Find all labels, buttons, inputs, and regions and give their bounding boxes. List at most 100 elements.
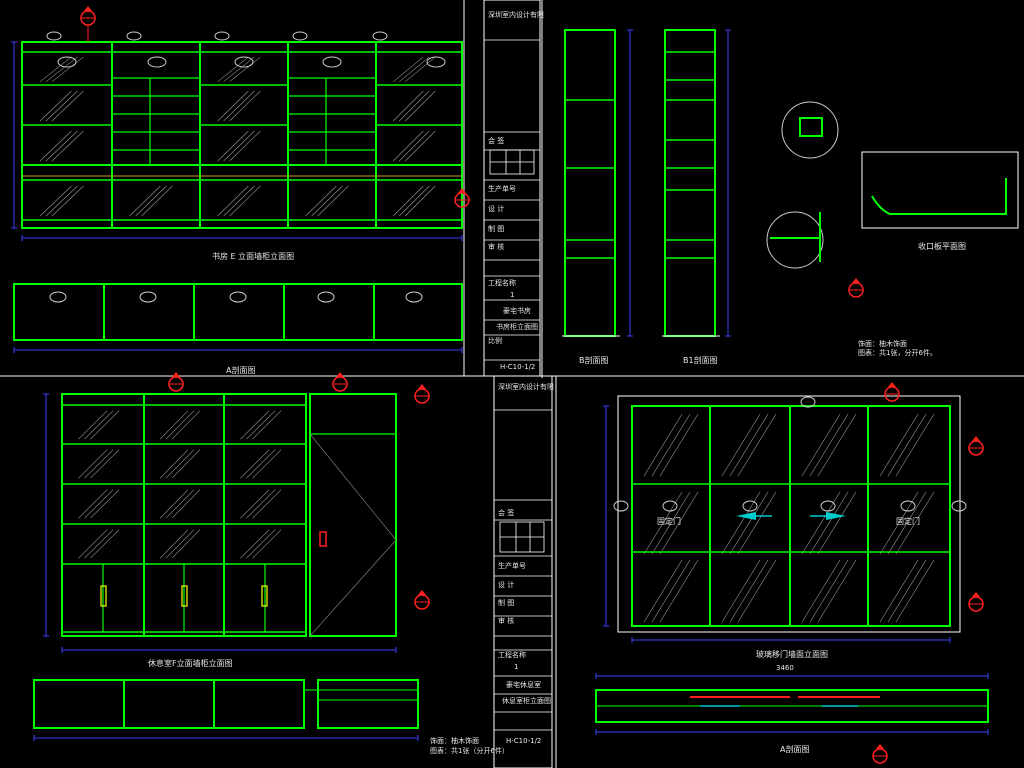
door-swing-line xyxy=(309,433,397,541)
glass-hatch xyxy=(317,185,349,217)
glass-hatch xyxy=(246,449,276,479)
glass-hatch xyxy=(737,491,777,555)
glass-hatch xyxy=(398,90,430,122)
note-bl-1: 饰面：柚木饰面 xyxy=(430,737,479,745)
glass-hatch xyxy=(39,185,72,217)
glass-hatch xyxy=(78,410,108,440)
tb1-scale: 比例 xyxy=(488,337,502,345)
grid-tag xyxy=(613,500,629,512)
glass-hatch xyxy=(159,529,189,559)
tb1-design: 设 计 xyxy=(488,205,505,213)
glass-hatch xyxy=(651,559,691,623)
glass-hatch xyxy=(78,489,108,519)
glass-hatch xyxy=(305,185,337,217)
plan-tag xyxy=(405,291,423,303)
glass-hatch xyxy=(404,185,436,217)
glass-hatch xyxy=(165,529,195,559)
door-tag xyxy=(46,31,62,41)
plan-tag xyxy=(229,291,247,303)
tb1-draw: 制 图 xyxy=(488,225,505,233)
glass-hatch xyxy=(217,185,249,217)
dim-br-overall: 3460 xyxy=(776,664,794,672)
glass-hatch xyxy=(879,413,919,477)
cabinet-outline-tl xyxy=(21,41,463,229)
glass-hatch xyxy=(887,413,927,477)
glass-hatch xyxy=(240,449,270,479)
tb1-field-table: 会 签 xyxy=(488,137,505,145)
plan-door-bl xyxy=(317,679,419,729)
glass-hatch xyxy=(404,90,436,122)
glass-hatch xyxy=(223,130,255,162)
section-marker-arrow xyxy=(876,744,884,749)
glass-hatch xyxy=(84,489,114,519)
glass-hatch xyxy=(129,185,161,217)
glass-hatch xyxy=(240,410,270,440)
glass-hatch xyxy=(45,56,78,82)
glass-hatch xyxy=(165,489,195,519)
door-tag xyxy=(820,500,836,512)
tb2-code: 1 xyxy=(514,663,519,671)
glass-hatch xyxy=(801,413,841,477)
glass-hatch xyxy=(51,90,84,122)
glass-hatch xyxy=(252,449,282,479)
section-marker-arrow xyxy=(972,592,980,597)
glass-hatch xyxy=(229,56,261,82)
glass-hatch xyxy=(399,56,430,82)
glass-hatch xyxy=(651,413,691,477)
title-tm-section1: B剖面图 xyxy=(579,356,609,365)
glass-hatch xyxy=(159,410,189,440)
glass-hatch xyxy=(240,489,270,519)
glass-hatch xyxy=(252,410,282,440)
glass-hatch xyxy=(721,413,761,477)
glass-hatch xyxy=(223,90,255,122)
glass-hatch xyxy=(217,90,249,122)
glass-hatch xyxy=(171,529,201,559)
tb1-name2: 书房柜立面图 xyxy=(496,323,538,331)
glass-hatch xyxy=(165,449,195,479)
glass-hatch xyxy=(165,410,195,440)
glass-hatch xyxy=(737,413,777,477)
tb1-name1: 豪宅书房 xyxy=(503,307,531,315)
door-tag xyxy=(426,56,446,68)
glass-hatch xyxy=(659,559,699,623)
glass-hatch xyxy=(311,185,343,217)
glass-hatch xyxy=(229,185,261,217)
section-marker-arrow xyxy=(84,6,92,11)
glass-hatch xyxy=(659,413,699,477)
glass-hatch xyxy=(159,489,189,519)
glass-hatch xyxy=(392,185,424,217)
glass-hatch xyxy=(84,410,114,440)
plan-outline-bl xyxy=(33,679,305,729)
title-br-plan: A剖面图 xyxy=(780,745,810,754)
title-tr-detail: 收口板平面图 xyxy=(918,242,966,251)
tb2-designer: 深圳室内设计有限 xyxy=(498,383,554,391)
grid-tag xyxy=(951,500,967,512)
tb2-check: 审 核 xyxy=(498,617,515,625)
section-marker-arrow xyxy=(888,382,896,387)
title-tl-elevation: 书房 E 立面墙柜立面图 xyxy=(212,252,295,261)
glass-hatch xyxy=(729,413,769,477)
section-marker-arrow xyxy=(852,278,860,283)
glass-hatch xyxy=(90,529,120,559)
plan-tag xyxy=(139,291,157,303)
glass-hatch xyxy=(84,449,114,479)
glass-hatch xyxy=(90,489,120,519)
tb1-designer: 深圳室内设计有限 xyxy=(488,11,544,19)
plan-tag xyxy=(49,291,67,303)
glass-hatch xyxy=(39,56,72,82)
glass-hatch xyxy=(229,90,261,122)
glass-hatch xyxy=(404,130,436,162)
tb2-sheet: H-C10-1/2 xyxy=(506,737,542,745)
glass-hatch xyxy=(801,559,841,623)
glass-hatch xyxy=(45,90,78,122)
glass-hatch xyxy=(895,559,935,623)
note-tr-2: 图表：共1张，分开6件。 xyxy=(858,349,937,357)
tb2-client: 生产单号 xyxy=(498,562,526,570)
tb2-name2: 休息室柜立面图 xyxy=(502,697,551,705)
glass-hatch xyxy=(45,130,78,162)
glass-hatch xyxy=(246,410,276,440)
glass-hatch xyxy=(887,559,927,623)
glass-hatch xyxy=(729,559,769,623)
note-bl-2: 图表：共1张（分开6件） xyxy=(430,747,509,755)
title-br-elevation: 玻璃移门墙面立面图 xyxy=(756,650,828,659)
